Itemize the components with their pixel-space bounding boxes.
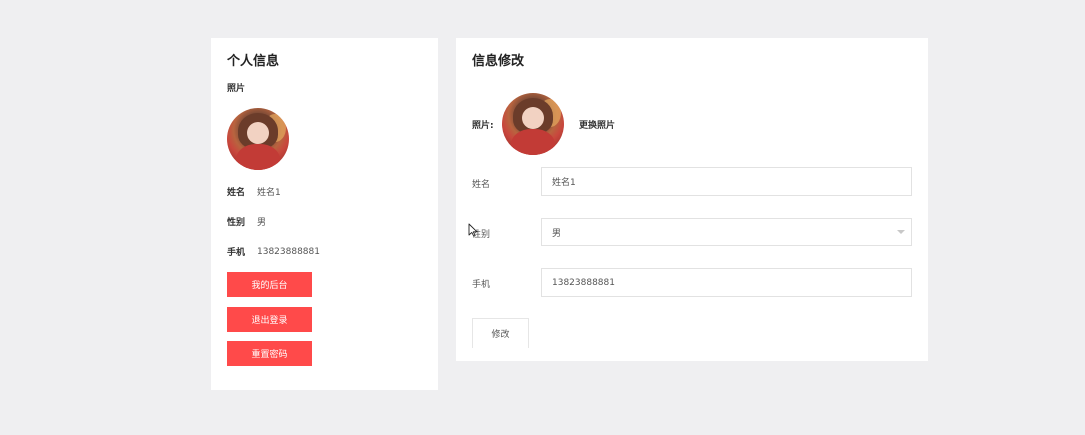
profile-name-value: 姓名1 <box>257 188 281 198</box>
profile-photo-label: 照片 <box>227 84 246 94</box>
logout-button[interactable]: 退出登录 <box>227 307 312 332</box>
chevron-down-icon <box>897 230 905 234</box>
profile-phone-row: 手机 13823888881 <box>227 245 320 259</box>
profile-name-row: 姓名 姓名1 <box>227 185 281 198</box>
profile-phone-label: 手机 <box>227 248 246 258</box>
name-input[interactable]: 姓名1 <box>541 167 912 196</box>
gender-select[interactable]: 男 <box>541 218 912 246</box>
profile-name-label: 姓名 <box>227 188 246 198</box>
my-backend-button[interactable]: 我的后台 <box>227 272 312 297</box>
edit-photo-label: 照片: <box>472 121 494 131</box>
profile-title: 个人信息 <box>227 54 280 69</box>
edit-phone-label: 手机 <box>472 280 491 290</box>
edit-avatar <box>502 93 564 155</box>
profile-avatar <box>227 108 289 170</box>
submit-edit-button[interactable]: 修改 <box>472 318 529 348</box>
gender-select-value: 男 <box>552 228 562 239</box>
profile-card: 个人信息 照片 姓名 姓名1 性别 男 手机 13823888881 我的后台 … <box>211 38 438 390</box>
profile-phone-value: 13823888881 <box>257 246 320 257</box>
mouse-cursor-icon <box>468 223 478 237</box>
reset-password-button[interactable]: 重置密码 <box>227 341 312 366</box>
profile-gender-value: 男 <box>257 218 267 228</box>
edit-title: 信息修改 <box>472 54 525 69</box>
edit-card: 信息修改 照片: 更换照片 姓名 姓名1 性别 男 手机 13823888881… <box>456 38 928 361</box>
phone-input[interactable]: 13823888881 <box>541 268 912 297</box>
profile-gender-label: 性别 <box>227 218 246 228</box>
change-photo-button[interactable]: 更换照片 <box>579 118 615 131</box>
edit-name-label: 姓名 <box>472 180 491 190</box>
profile-gender-row: 性别 男 <box>227 215 266 228</box>
